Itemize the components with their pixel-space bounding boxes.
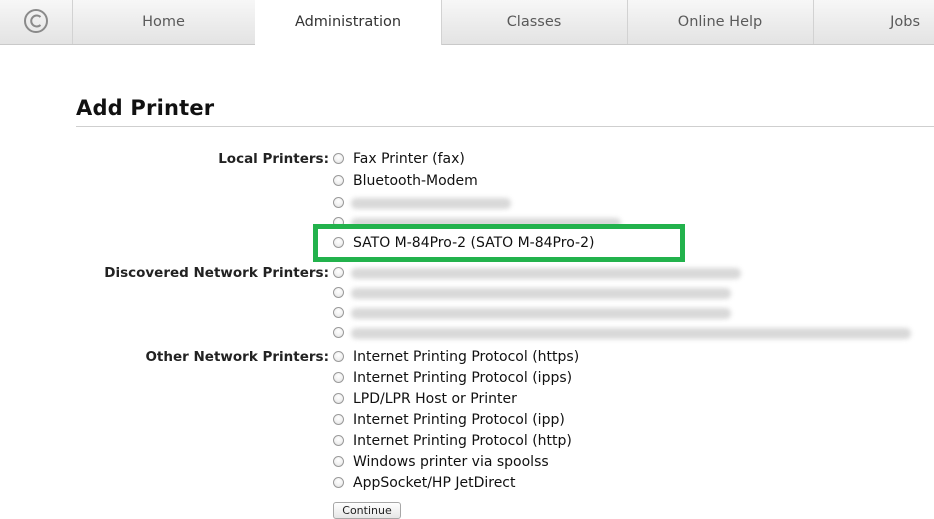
radio-button[interactable] — [333, 175, 344, 186]
other-network-printers-label: Other Network Printers: — [145, 349, 329, 365]
page-title: Add Printer — [76, 96, 215, 120]
option-label: Fax Printer (fax) — [353, 151, 465, 167]
radio-button[interactable] — [333, 197, 344, 208]
cups-logo[interactable] — [0, 0, 73, 44]
radio-button[interactable] — [333, 307, 344, 318]
tab-administration[interactable]: Administration — [255, 0, 442, 45]
blurred-printer-name — [351, 328, 911, 339]
radio-button[interactable] — [333, 414, 344, 425]
blurred-printer-name — [351, 308, 731, 319]
tab-classes[interactable]: Classes — [441, 0, 628, 44]
continue-button[interactable]: Continue — [333, 502, 401, 519]
title-divider — [76, 126, 934, 127]
blurred-printer-name — [351, 268, 741, 279]
option-label: Internet Printing Protocol (ipp) — [353, 412, 565, 428]
option-label: LPD/LPR Host or Printer — [353, 391, 517, 407]
radio-button[interactable] — [333, 351, 344, 362]
discovered-network-printers-label: Discovered Network Printers: — [104, 265, 329, 281]
tab-online-help[interactable]: Online Help — [627, 0, 814, 44]
radio-button[interactable] — [333, 267, 344, 278]
radio-button[interactable] — [333, 237, 344, 248]
tab-home[interactable]: Home — [72, 0, 256, 44]
option-label: Bluetooth-Modem — [353, 173, 478, 189]
local-printers-label: Local Printers: — [218, 151, 329, 167]
radio-button[interactable] — [333, 372, 344, 383]
blurred-printer-name — [351, 288, 731, 299]
radio-button[interactable] — [333, 435, 344, 446]
option-label: Internet Printing Protocol (ipps) — [353, 370, 573, 386]
blurred-printer-name — [351, 198, 511, 209]
option-label: AppSocket/HP JetDirect — [353, 475, 516, 491]
cups-logo-icon — [24, 9, 48, 33]
radio-button[interactable] — [333, 477, 344, 488]
option-label: SATO M-84Pro-2 (SATO M-84Pro-2) — [353, 235, 595, 251]
option-label: Windows printer via spoolss — [353, 454, 549, 470]
option-label: Internet Printing Protocol (https) — [353, 349, 580, 365]
radio-button[interactable] — [333, 327, 344, 338]
tab-jobs[interactable]: Jobs — [813, 0, 934, 44]
radio-button[interactable] — [333, 393, 344, 404]
option-label: Internet Printing Protocol (http) — [353, 433, 572, 449]
radio-button[interactable] — [333, 287, 344, 298]
top-nav: Home Administration Classes Online Help … — [0, 0, 934, 45]
radio-button[interactable] — [333, 456, 344, 467]
radio-button[interactable] — [333, 153, 344, 164]
